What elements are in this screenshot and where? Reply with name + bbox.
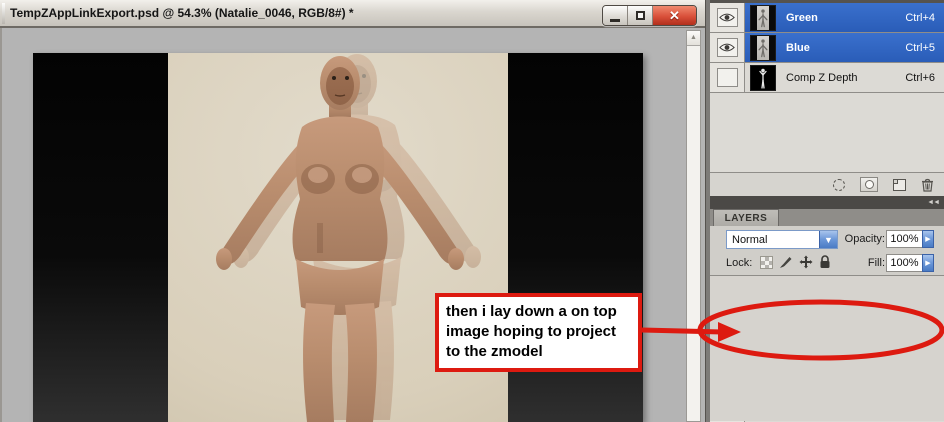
channels-empty-area (710, 93, 944, 173)
opacity-value-box[interactable]: 100% (886, 230, 923, 248)
channel-name: Comp Z Depth (786, 71, 858, 84)
restore-icon (635, 11, 645, 20)
minimize-button[interactable] (603, 6, 628, 25)
document-titlebar[interactable]: TempZAppLinkExport.psd @ 54.3% (Natalie_… (0, 0, 705, 28)
titlebar-accent (2, 3, 5, 24)
eye-icon (719, 13, 735, 22)
close-button[interactable]: ✕ (653, 6, 696, 25)
lock-buttons (760, 255, 831, 269)
layers-controls: Normal ▼ Opacity: 100% ▶ Lock: Fill: 100… (710, 226, 944, 276)
right-panel-stack: Green Ctrl+4 Blue Ctrl+5 Comp Z Depth Ct… (710, 0, 944, 422)
tab-layers[interactable]: LAYERS (713, 209, 779, 226)
channels-panel: Green Ctrl+4 Blue Ctrl+5 Comp Z Depth Ct… (710, 0, 944, 196)
collapse-panel-icon[interactable]: ◄◄ (927, 199, 940, 206)
blue-visibility-toggle[interactable] (716, 38, 738, 57)
fill-label: Fill: (867, 257, 885, 269)
save-selection-as-channel-icon[interactable] (860, 177, 878, 192)
annotation-text: then i lay down a on top image hoping to… (446, 303, 617, 360)
layers-panel: ◄◄ LAYERS Normal ▼ Opacity: 100% ▶ Lock: (710, 196, 944, 421)
channels-footer (710, 173, 944, 196)
close-icon: ✕ (669, 7, 680, 23)
channel-shortcut: Ctrl+5 (905, 41, 935, 54)
eye-icon (719, 43, 735, 52)
green-visibility-toggle[interactable] (716, 8, 738, 27)
fill-value-box[interactable]: 100% (886, 254, 923, 272)
channel-shortcut: Ctrl+6 (905, 71, 935, 84)
fill-popup-arrow-icon[interactable]: ▶ (922, 254, 934, 272)
load-channel-as-selection-icon[interactable] (833, 178, 845, 191)
opacity-label: Opacity: (844, 233, 885, 245)
lock-paint-brush-icon[interactable] (779, 255, 793, 269)
document-title: TempZAppLinkExport.psd @ 54.3% (Natalie_… (10, 6, 354, 20)
layers-tab-strip: LAYERS (710, 209, 944, 226)
vertical-scrollbar[interactable]: ▲ (686, 30, 701, 422)
lock-transparency-icon[interactable] (760, 255, 773, 269)
channel-shortcut: Ctrl+4 (905, 11, 935, 24)
image-left-black-band (33, 53, 168, 422)
channel-name: Blue (786, 41, 810, 54)
application-screen: TempZAppLinkExport.psd @ 54.3% (Natalie_… (0, 0, 944, 422)
green-channel-thumbnail (750, 4, 776, 31)
lock-all-padlock-icon[interactable] (819, 255, 831, 269)
comp-z-depth-thumbnail (750, 64, 776, 91)
opacity-popup-arrow-icon[interactable]: ▶ (922, 230, 934, 248)
blend-mode-select[interactable]: Normal ▼ (726, 230, 838, 249)
minimize-icon (610, 18, 620, 22)
channel-row-comp-z-depth[interactable]: Comp Z Depth Ctrl+6 (710, 63, 944, 93)
comp-z-depth-visibility-toggle[interactable] (716, 68, 738, 87)
new-channel-icon[interactable] (893, 178, 906, 191)
delete-channel-trash-icon[interactable] (921, 178, 934, 192)
scroll-up-button[interactable]: ▲ (687, 31, 700, 46)
window-controls: ✕ (602, 5, 697, 26)
channel-name: Green (786, 11, 818, 24)
blue-channel-thumbnail (750, 34, 776, 61)
lock-label: Lock: (726, 257, 753, 269)
lock-position-move-icon[interactable] (799, 255, 813, 269)
channel-row-green[interactable]: Green Ctrl+4 (710, 3, 944, 33)
annotation-callout: then i lay down a on top image hoping to… (435, 293, 642, 372)
blend-mode-value: Normal (732, 233, 768, 246)
layers-panel-header-bar: ◄◄ (710, 196, 944, 209)
channel-row-blue[interactable]: Blue Ctrl+5 (710, 33, 944, 63)
chevron-down-icon[interactable]: ▼ (819, 231, 837, 248)
restore-button[interactable] (628, 6, 653, 25)
